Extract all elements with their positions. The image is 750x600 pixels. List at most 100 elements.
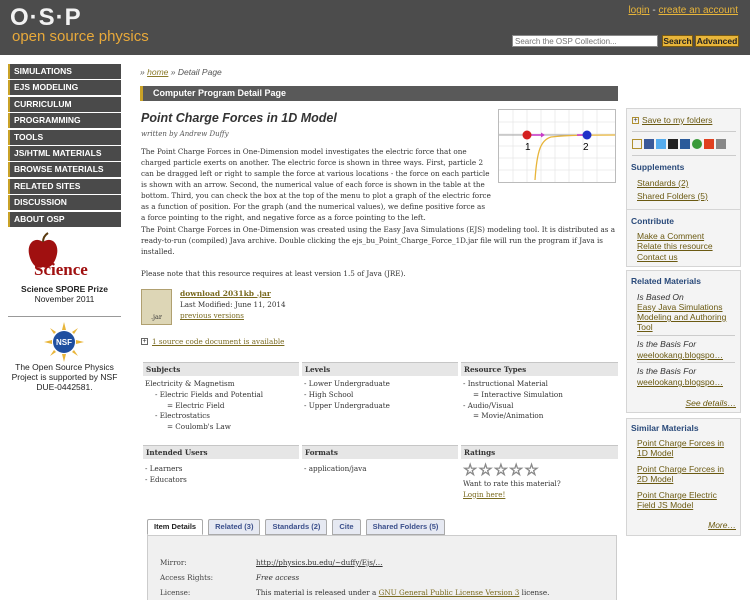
nav-browse-materials[interactable]: BROWSE MATERIALS (8, 162, 121, 178)
save-to-folders-link[interactable]: Save to my folders (642, 115, 712, 125)
basis-for-label: Is the Basis For (637, 366, 697, 376)
nav-js-html-materials[interactable]: JS/HTML MATERIALS (8, 145, 121, 161)
type-item: = Interactive Simulation (473, 389, 563, 399)
license-value: This material is released under a GNU Ge… (256, 588, 549, 597)
stumbleupon-icon[interactable] (692, 139, 702, 149)
share-plus-icon[interactable] (632, 139, 642, 149)
particle-2 (582, 130, 592, 140)
relate-resource-link[interactable]: Relate this resource (637, 241, 713, 251)
standards-link[interactable]: Standards (2) (637, 178, 689, 188)
advanced-search-button[interactable]: Advanced (695, 35, 739, 47)
expand-plus-icon[interactable]: + (141, 338, 148, 345)
divider (632, 155, 736, 156)
digg-icon[interactable] (680, 139, 690, 149)
nav-tools[interactable]: TOOLS (8, 129, 121, 145)
nav-simulations[interactable]: SIMULATIONS (8, 64, 121, 79)
tab-cite[interactable]: Cite (332, 519, 361, 535)
simulation-graph: 1 2 (499, 110, 616, 182)
create-account-link[interactable]: create an account (659, 5, 739, 16)
based-on-link[interactable]: Easy Java Simulations Modeling and Autho… (637, 302, 737, 332)
source-doc-row[interactable]: + 1 source code document is available (141, 337, 284, 346)
login-link[interactable]: login (628, 5, 649, 16)
java-note: Please note that this resource requires … (141, 269, 406, 278)
type-item: = Movie/Animation (473, 411, 544, 421)
nsf-seal-icon: NSF (44, 322, 84, 362)
gpl-link[interactable]: GNU General Public License Version 3 (379, 588, 520, 597)
search-button[interactable]: Search (662, 35, 693, 47)
similar-link[interactable]: Point Charge Forces in 2D Model (637, 464, 737, 484)
mirror-link[interactable]: http://physics.bu.edu/~duffy/Ejs/… (256, 558, 383, 567)
formats-list: - application/java (304, 464, 367, 475)
subject-item: = Electric Field (167, 400, 225, 410)
search-input[interactable] (512, 35, 658, 47)
nav-discussion[interactable]: DISCUSSION (8, 195, 121, 211)
contact-us-link[interactable]: Contact us (637, 252, 678, 262)
divider (632, 131, 736, 132)
divider (637, 362, 735, 363)
resource-types-header: Resource Types (461, 362, 618, 376)
tab-shared-folders[interactable]: Shared Folders (5) (365, 519, 446, 535)
basis-for-label: Is the Basis For (637, 339, 697, 349)
nsf-logo[interactable]: NSF (8, 322, 121, 362)
breadcrumb-home-link[interactable]: home (147, 67, 168, 77)
email-icon[interactable] (716, 139, 726, 149)
science-logo[interactable]: Science (8, 230, 121, 284)
star-icon[interactable]: ☆ (463, 461, 478, 478)
facebook-icon[interactable] (644, 139, 654, 149)
make-comment-link[interactable]: Make a Comment (637, 231, 704, 241)
source-code-link[interactable]: 1 source code document is available (152, 337, 284, 346)
types-list: - Instructional Material = Interactive S… (463, 379, 563, 422)
subjects-list: Electricity & Magnetism - Electric Field… (145, 379, 263, 433)
google-icon[interactable] (704, 139, 714, 149)
account-separator: - (652, 5, 656, 16)
rating-login-link[interactable]: Login here! (463, 490, 561, 501)
save-folder-row[interactable]: + Save to my folders (632, 115, 712, 125)
levels-list: - Lower Undergraduate - High School - Up… (304, 379, 390, 411)
users-list: - Learners - Educators (145, 464, 187, 486)
license-pre: This material is released under a (256, 588, 377, 597)
jar-file-icon[interactable]: .jar (141, 289, 172, 325)
ratings-header: Ratings (461, 445, 618, 459)
tab-item-details[interactable]: Item Details (147, 519, 204, 535)
nav-curriculum[interactable]: CURRICULUM (8, 96, 121, 112)
nav-related-sites[interactable]: RELATED SITES (8, 178, 121, 194)
similar-heading: Similar Materials (631, 423, 699, 433)
shared-folders-link[interactable]: Shared Folders (5) (637, 191, 708, 201)
basis-for-link[interactable]: weelookang.blogspo… (637, 350, 723, 360)
nav-ejs-modeling[interactable]: EJS MODELING (8, 80, 121, 96)
see-details-link[interactable]: See details… (685, 398, 736, 408)
more-link[interactable]: More… (708, 520, 736, 530)
access-label: Access Rights: (160, 573, 214, 582)
delicious-icon[interactable] (668, 139, 678, 149)
star-icon[interactable]: ☆ (509, 461, 524, 478)
similar-link[interactable]: Point Charge Electric Field JS Model (637, 490, 737, 510)
access-value: Free access (256, 573, 300, 582)
previous-versions-link[interactable]: previous versions (180, 311, 244, 320)
tab-standards[interactable]: Standards (2) (265, 519, 328, 535)
left-navigation: SIMULATIONS EJS MODELING CURRICULUM PROG… (8, 64, 121, 228)
star-icon[interactable]: ☆ (478, 461, 493, 478)
similar-link[interactable]: Point Charge Forces in 1D Model (637, 438, 737, 458)
resource-title: Point Charge Forces in 1D Model (141, 111, 337, 125)
supplements-heading: Supplements (631, 162, 685, 172)
twitter-icon[interactable] (656, 139, 666, 149)
basis-for-link[interactable]: weelookang.blogspo… (637, 377, 723, 387)
intended-users-header: Intended Users (143, 445, 299, 459)
nav-programming[interactable]: PROGRAMMING (8, 113, 121, 129)
nav-about-osp[interactable]: ABOUT OSP (8, 211, 121, 227)
download-link[interactable]: download 2031kb .jar (180, 289, 271, 298)
last-modified: Last Modified: June 11, 2014 (180, 300, 286, 309)
description-paragraph-2: The Point Charge Forces in One-Dimension… (141, 225, 616, 256)
simulation-thumbnail[interactable]: 1 2 (498, 109, 616, 183)
divider (637, 335, 735, 336)
star-icon[interactable]: ☆ (524, 461, 539, 478)
formats-header: Formats (302, 445, 458, 459)
star-icon[interactable]: ☆ (493, 461, 508, 478)
tab-related[interactable]: Related (3) (208, 519, 261, 535)
related-heading: Related Materials (631, 276, 701, 286)
levels-header: Levels (302, 362, 458, 376)
particle-2-label: 2 (583, 142, 589, 153)
nsf-support-text: The Open Source Physics Project is suppo… (11, 362, 118, 392)
subject-item: - Electric Fields and Potential (155, 389, 264, 399)
level-item: - Upper Undergraduate (304, 400, 390, 410)
